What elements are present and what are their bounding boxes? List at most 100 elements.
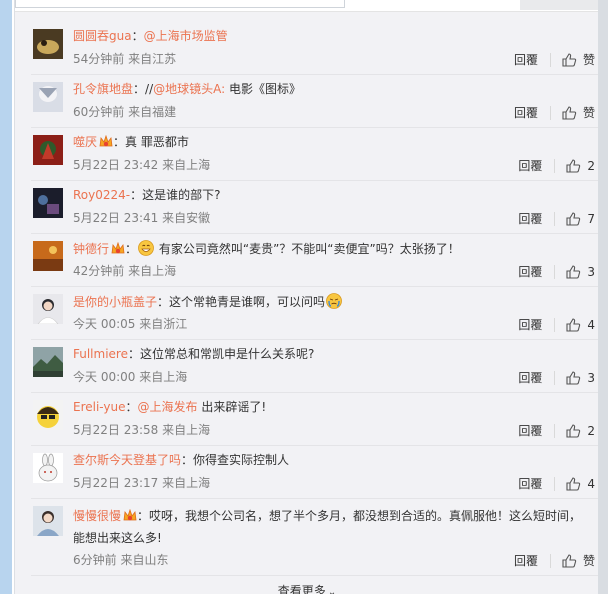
mention-link[interactable]: @上海市场监管 [144,29,228,43]
like-thumb-icon[interactable] [565,423,581,439]
avatar[interactable] [33,135,63,165]
comment-time[interactable]: 6分钟前 [73,553,117,567]
comment-source: 来自上海 [162,423,211,437]
like-thumb-icon[interactable] [561,52,577,68]
comment-body: 这个常艳青是谁啊，可以问吗 [169,295,326,309]
comments-panel: 圆圆吞gua：@上海市场监管 54分钟前 来自江苏 回覆 赞 孔令旗地盘：//@… [14,0,599,594]
like-count[interactable]: 7 [587,212,595,226]
avatar[interactable] [33,82,63,112]
like-count[interactable]: 赞 [583,552,595,569]
mention-link[interactable]: @上海发布 [138,400,198,414]
reply-button[interactable]: 回覆 [518,369,542,386]
comment-meta: 42分钟前 来自上海 [73,263,176,279]
crying-emoji-icon [326,293,342,309]
comment-actions: 回覆 7 [518,210,595,227]
divider [549,553,551,568]
comment-time[interactable]: 今天 00:05 [73,317,135,331]
divider [554,211,556,226]
reply-button[interactable]: 回覆 [514,552,538,569]
username[interactable]: 慢慢很慢 [73,509,121,523]
mention-link[interactable]: @地球镜头A: [153,82,225,96]
avatar[interactable] [33,188,63,218]
username[interactable]: 圆圆吞gua [73,29,132,43]
like-thumb-icon[interactable] [561,553,577,569]
reply-button[interactable]: 回覆 [518,157,542,174]
divider [554,423,556,438]
comment-body: 出来辟谣了! [197,400,267,414]
comment-text: 钟德行： 有家公司竟然叫“麦贵”？不能叫“卖便宜”吗？太张扬了！ [73,240,460,256]
like-count[interactable]: 3 [587,265,595,279]
comment-time[interactable]: 5月22日 23:42 [73,158,158,172]
comment-actions: 回覆 4 [518,475,595,492]
comment-time[interactable]: 42分钟前 [73,264,124,278]
comment-time[interactable]: 5月22日 23:41 [73,211,158,225]
comment-source: 来自福建 [128,105,177,119]
username[interactable]: Roy0224- [73,188,130,202]
reply-button[interactable]: 回覆 [518,475,542,492]
comment-item: Fullmiere：这位常总和常凯申是什么关系呢? 今天 00:00 来自上海 … [31,341,599,393]
avatar[interactable] [33,400,63,430]
grin-emoji-icon [138,240,154,256]
reply-button[interactable]: 回覆 [518,422,542,439]
divider [549,52,551,67]
avatar[interactable] [33,347,63,377]
comment-text: 慢慢很慢 ：哎呀，我想个公司名，想了半个多月，都没想到合适的。真佩服他！这么短时间… [73,509,582,545]
username[interactable]: 查尔斯今天登基了吗 [73,453,181,467]
comment-time[interactable]: 54分钟前 [73,52,124,66]
like-thumb-icon[interactable] [565,158,581,174]
reply-button[interactable]: 回覆 [514,104,538,121]
comment-time[interactable]: 今天 00:00 [73,370,135,384]
view-more-label[interactable]: 查看更多 [278,584,326,594]
avatar[interactable] [33,506,63,536]
comment-time[interactable]: 60分钟前 [73,105,124,119]
divider [554,158,556,173]
like-thumb-icon[interactable] [565,370,581,386]
like-count[interactable]: 2 [587,159,595,173]
username[interactable]: 孔令旗地盘 [73,82,133,96]
like-count[interactable]: 4 [587,318,595,332]
avatar[interactable] [33,453,63,483]
username[interactable]: 钟德行 [73,242,109,256]
comment-body: 真 罪恶都市 [125,135,189,149]
comment-text: 圆圆吞gua：@上海市场监管 [73,29,228,43]
comment-actions: 回覆 2 [518,422,595,439]
vip-crown-icon [99,135,113,147]
like-count[interactable]: 赞 [583,51,595,68]
avatar[interactable] [33,294,63,324]
comment-item: 孔令旗地盘：//@地球镜头A: 电影《图标》 60分钟前 来自福建 回覆 赞 [31,76,599,128]
like-count[interactable]: 赞 [583,104,595,121]
like-count[interactable]: 3 [587,371,595,385]
like-thumb-icon[interactable] [565,264,581,280]
comment-time[interactable]: 5月22日 23:58 [73,423,158,437]
reply-button[interactable]: 回覆 [518,210,542,227]
like-count[interactable]: 2 [587,424,595,438]
username[interactable]: Ereli-yue [73,400,126,414]
divider [554,317,556,332]
like-thumb-icon[interactable] [565,317,581,333]
comment-source: 来自上海 [162,158,211,172]
like-thumb-icon[interactable] [565,476,581,492]
like-thumb-icon[interactable] [565,211,581,227]
username[interactable]: Fullmiere [73,347,128,361]
top-input-edge [15,0,345,8]
reply-button[interactable]: 回覆 [518,316,542,333]
reply-button[interactable]: 回覆 [518,263,542,280]
comment-actions: 回覆 4 [518,316,595,333]
avatar[interactable] [33,29,63,59]
comment-source: 来自上海 [128,264,177,278]
comment-item: 圆圆吞gua：@上海市场监管 54分钟前 来自江苏 回覆 赞 [31,23,599,75]
username[interactable]: 噬厌 [73,135,97,149]
top-action-stub [520,0,598,10]
avatar[interactable] [33,241,63,271]
like-count[interactable]: 4 [587,477,595,491]
view-more-link[interactable]: 查看更多 ⌄ [15,582,599,594]
comment-item: 查尔斯今天登基了吗：你得查实际控制人 5月22日 23:17 来自上海 回覆 4 [31,447,599,499]
like-thumb-icon[interactable] [561,105,577,121]
comment-item: Ereli-yue：@上海发布 出来辟谣了! 5月22日 23:58 来自上海 … [31,394,599,446]
reply-button[interactable]: 回覆 [514,51,538,68]
comment-time[interactable]: 5月22日 23:17 [73,476,158,490]
username[interactable]: 是你的小瓶盖子 [73,295,157,309]
comment-actions: 回覆 赞 [514,552,595,569]
divider [554,370,556,385]
scrollbar-track[interactable] [598,0,608,594]
